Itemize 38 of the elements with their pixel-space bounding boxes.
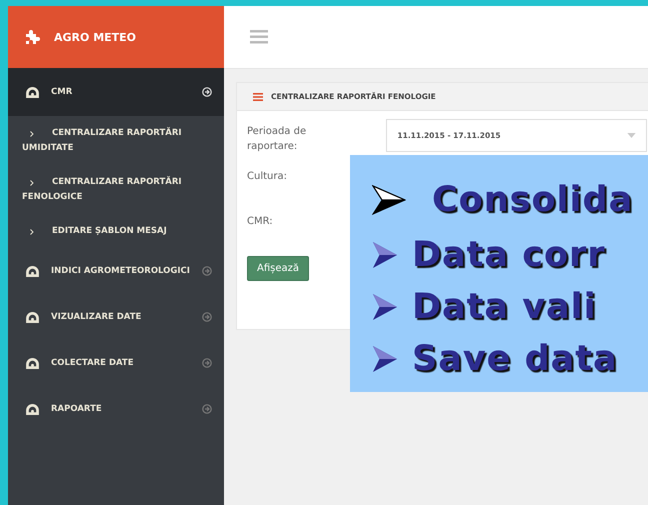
dashboard-icon: [26, 86, 39, 98]
arrowhead-icon: [372, 293, 398, 321]
sidebar-item[interactable]: RAPOARTE: [8, 386, 224, 432]
submenu-item[interactable]: EDITARE ȘABLON MESAJ: [22, 224, 216, 239]
circle-arrow-icon: [202, 404, 212, 414]
bullet-text: Data corr: [412, 235, 606, 275]
dashboard-icon: [26, 404, 39, 414]
field-label: Perioada de raportare:: [247, 125, 308, 154]
app-title: AGRO METEO: [54, 30, 136, 44]
dashboard-icon: [26, 312, 39, 322]
circle-arrow-icon: [202, 87, 212, 97]
arrowhead-icon: [372, 241, 398, 269]
menu-icon[interactable]: [250, 30, 268, 44]
submenu-item[interactable]: CENTRALIZARE RAPORTĂRI FENOLOGICE: [22, 175, 216, 205]
field-label: Cultura:: [247, 170, 288, 184]
puzzle-icon: [24, 29, 40, 45]
sidebar-item[interactable]: VIZUALIZARE DATE: [8, 294, 224, 340]
sidebar-item[interactable]: INDICI AGROMETEOROLOGICI: [8, 248, 224, 294]
dropdown-caret-icon: [627, 133, 636, 138]
circle-arrow-icon: [202, 266, 212, 276]
arrowhead-icon: [372, 185, 406, 215]
arrowhead-icon: [372, 345, 398, 373]
field-label: CMR:: [247, 215, 274, 229]
submenu-item[interactable]: CENTRALIZARE RAPORTĂRI UMIDITATE: [22, 126, 216, 156]
show-button[interactable]: Afișează: [247, 256, 310, 281]
circle-arrow-icon: [202, 312, 212, 322]
sidebar-item[interactable]: CMR: [8, 68, 224, 116]
circle-arrow-icon: [202, 358, 212, 368]
chevron-right-icon: [30, 229, 34, 235]
chevron-right-icon: [30, 180, 34, 186]
bullet-text: Data vali: [412, 287, 597, 327]
dashboard-icon: [26, 358, 39, 368]
dashboard-icon: [26, 266, 39, 276]
bullet-text: Consolida: [432, 180, 634, 220]
bullet-text: Save data: [412, 339, 618, 379]
sidebar-item[interactable]: COLECTARE DATE: [8, 340, 224, 386]
list-icon: [253, 92, 263, 100]
chevron-right-icon: [30, 131, 34, 137]
